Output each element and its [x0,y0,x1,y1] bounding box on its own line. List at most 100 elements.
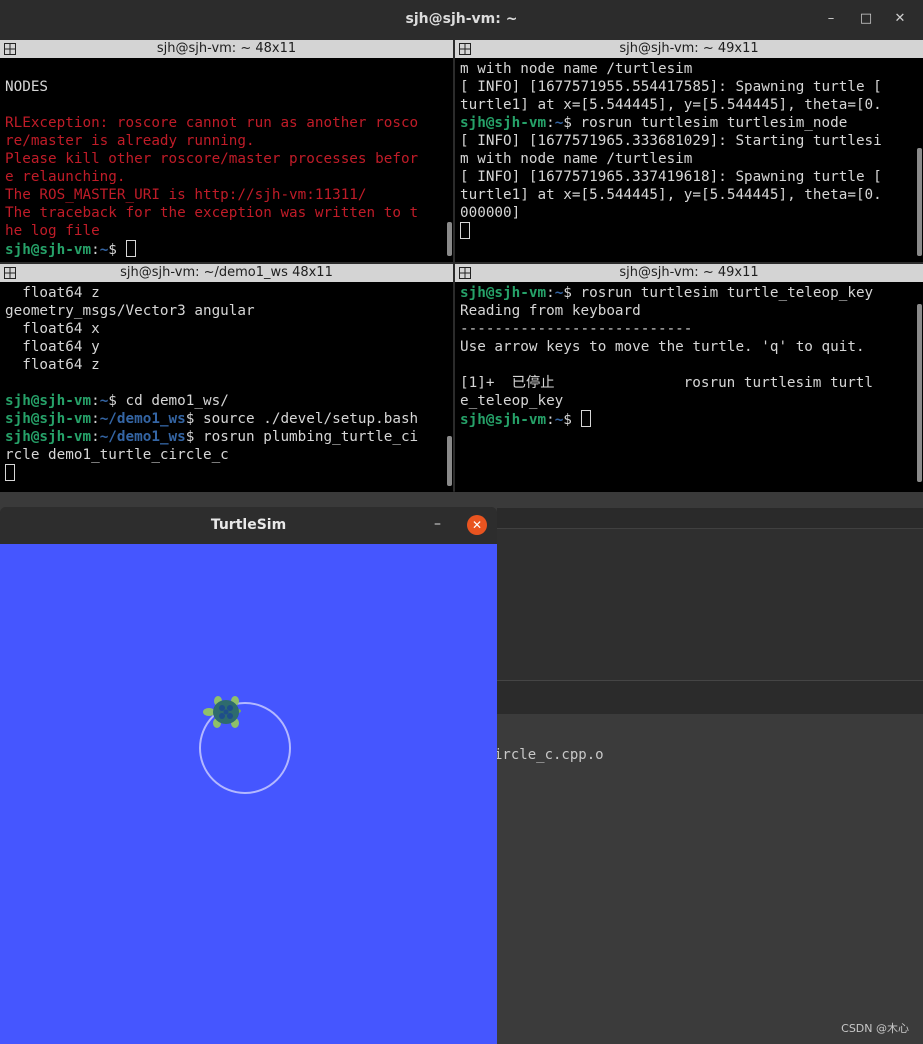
terminal-line: Please kill other roscore/master process… [5,150,445,168]
terminal-text: sjh@sjh-vm [5,393,92,409]
terminal-text: ~/demo1_ws [99,429,186,445]
terminal-text: RLException: roscore cannot run as anoth… [5,115,419,131]
terminal-text: $ [108,242,126,258]
terminal-text: sjh@sjh-vm [460,115,547,131]
grid-icon[interactable] [459,267,471,279]
terminal-text: $ rosrun plumbing_turtle_ci [185,429,419,445]
terminal-text: geometry_msgs/Vector3 angular [5,303,255,319]
terminal-line: sjh@sjh-vm:~$ [5,240,445,258]
terminal-line: [ INFO] [1677571965.333681029]: Starting… [460,132,915,150]
terminal-line: [1]+ 已停止 rosrun turtlesim turtl [460,374,915,392]
pane-header-title: sjh@sjh-vm: ~ 48x11 [156,41,297,56]
terminal-cursor [125,240,136,257]
background-editor-text: ircle_c.cpp.o [494,747,604,763]
terminal-line: re/master is already running. [5,132,445,150]
terminal-output[interactable]: m with node name /turtlesim [ INFO] [1677… [455,58,915,262]
terminal-line: m with node name /turtlesim [460,60,915,78]
scrollbar[interactable] [917,304,922,482]
terminal-line [460,222,915,240]
terminal-cursor [5,464,15,481]
scrollbar[interactable] [917,148,922,256]
turtlesim-drawing [199,696,291,794]
terminal-pane-bottom-right[interactable]: sjh@sjh-vm: ~ 49x11 sjh@sjh-vm:~$ rosrun… [455,264,923,492]
close-icon[interactable]: ✕ [891,10,909,28]
terminal-line: --------------------------- [460,320,915,338]
terminal-text: Reading from keyboard [460,303,641,319]
minimize-icon[interactable]: – [822,10,840,28]
background-panel-top [497,508,923,528]
terminal-text: rcle demo1_turtle_circle_c [5,447,229,463]
scrollbar[interactable] [447,222,452,256]
pane-header[interactable]: sjh@sjh-vm: ~ 48x11 [0,40,453,58]
terminal-line: sjh@sjh-vm:~/demo1_ws$ rosrun plumbing_t… [5,428,445,446]
terminal-pane-bottom-left[interactable]: sjh@sjh-vm: ~/demo1_ws 48x11 float64 z ge… [0,264,453,492]
turtlesim-titlebar[interactable]: TurtleSim – ✕ [0,507,497,543]
terminal-text: sjh@sjh-vm [460,285,547,301]
pane-header[interactable]: sjh@sjh-vm: ~/demo1_ws 48x11 [0,264,453,282]
pane-header-title: sjh@sjh-vm: ~ 49x11 [619,265,759,280]
turtlesim-canvas [0,544,497,1044]
grid-icon[interactable] [4,267,16,279]
terminal-text: he log file [5,223,100,239]
terminal-text: turtle1] at x=[5.544445], y=[5.544445], … [460,97,882,113]
terminal-window: sjh@sjh-vm: ~ – □ ✕ sjh@sjh-vm: ~ 48x11 … [0,0,923,492]
terminal-line: The traceback for the exception was writ… [5,204,445,222]
terminal-line: sjh@sjh-vm:~$ [460,410,915,428]
terminal-text: : [91,429,100,445]
terminal-text: $ rosrun turtlesim turtlesim_node [563,115,848,131]
terminal-text: : [91,411,100,427]
maximize-icon[interactable]: □ [857,10,875,28]
terminal-line: Use arrow keys to move the turtle. 'q' t… [460,338,915,356]
turtlesim-window: TurtleSim – ✕ [0,507,497,1044]
terminal-line: e_teleop_key [460,392,915,410]
background-panel-sep [497,680,923,714]
grid-icon[interactable] [459,43,471,55]
close-icon[interactable]: ✕ [467,515,487,535]
scrollbar[interactable] [447,436,452,486]
terminal-line: e relaunching. [5,168,445,186]
terminal-line: sjh@sjh-vm:~$ rosrun turtlesim turtlesim… [460,114,915,132]
terminal-text: 000000] [460,205,521,221]
grid-icon[interactable] [4,43,16,55]
terminal-title: sjh@sjh-vm: ~ [405,11,518,27]
terminal-line: The ROS_MASTER_URI is http://sjh-vm:1131… [5,186,445,204]
turtlesim-title: TurtleSim [210,517,287,533]
terminal-line: turtle1] at x=[5.544445], y=[5.544445], … [460,186,915,204]
terminal-output[interactable]: NODES RLException: roscore cannot run as … [0,58,445,262]
terminal-text: float64 x [5,321,100,337]
terminal-text: $ rosrun turtlesim turtle_teleop_key [563,285,874,301]
terminal-output[interactable]: sjh@sjh-vm:~$ rosrun turtlesim turtle_te… [455,282,915,492]
pane-header[interactable]: sjh@sjh-vm: ~ 49x11 [455,40,923,58]
terminal-text: [ INFO] [1677571955.554417585]: Spawning… [460,79,882,95]
turtle-trail-circle [199,702,291,794]
terminal-line: [ INFO] [1677571955.554417585]: Spawning… [460,78,915,96]
terminal-line: he log file [5,222,445,240]
minimize-icon[interactable]: – [434,516,441,532]
terminal-titlebar: sjh@sjh-vm: ~ – □ ✕ [0,0,923,40]
terminal-text: --------------------------- [460,321,693,337]
pane-header[interactable]: sjh@sjh-vm: ~ 49x11 [455,264,923,282]
terminal-text: sjh@sjh-vm [5,411,92,427]
terminal-text: : [546,285,555,301]
terminal-line: [ INFO] [1677571965.337419618]: Spawning… [460,168,915,186]
terminal-text: $ [563,412,581,428]
terminal-text: e_teleop_key [460,393,564,409]
background-panel-bottom [497,714,923,1044]
terminal-pane-top-left[interactable]: sjh@sjh-vm: ~ 48x11 NODES RLException: ro… [0,40,453,262]
terminal-text: Please kill other roscore/master process… [5,151,419,167]
terminal-line [5,464,445,482]
terminal-text: ~ [554,115,564,131]
terminal-output[interactable]: float64 z geometry_msgs/Vector3 angular f… [0,282,445,492]
terminal-text: $ cd demo1_ws/ [108,393,229,409]
terminal-text: float64 y [5,339,100,355]
terminal-line: rcle demo1_turtle_circle_c [5,446,445,464]
terminal-text: float64 z [5,285,100,301]
background-panel-mid [497,528,923,680]
terminal-pane-top-right[interactable]: sjh@sjh-vm: ~ 49x11 m with node name /tu… [455,40,923,262]
terminal-text: The traceback for the exception was writ… [5,205,419,221]
terminal-text: : [546,412,555,428]
pane-header-title: sjh@sjh-vm: ~ 49x11 [619,41,759,56]
terminal-text: sjh@sjh-vm [5,429,92,445]
csdn-watermark: CSDN @木心 [841,1022,909,1035]
